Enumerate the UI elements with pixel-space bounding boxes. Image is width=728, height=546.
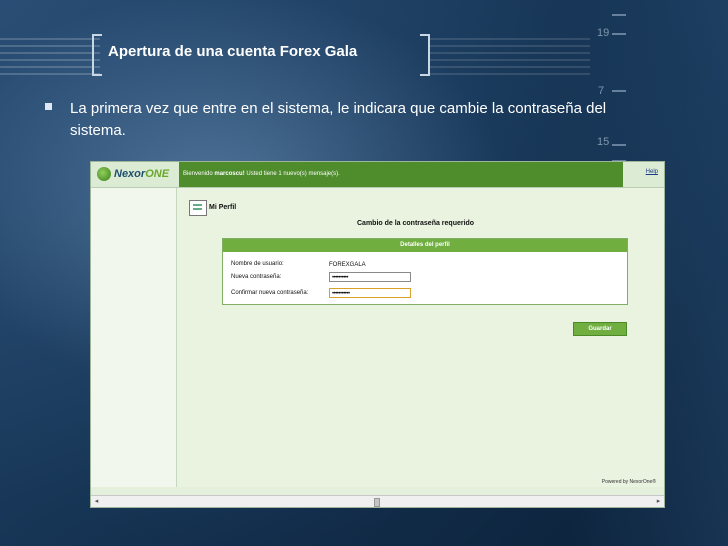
bullet-marker xyxy=(45,103,52,110)
logo-suffix: ONE xyxy=(145,168,170,180)
welcome-prefix: Bienvenido xyxy=(183,171,213,177)
decor-line xyxy=(612,33,626,35)
confirm-password-input[interactable]: ••••••••••• xyxy=(329,288,411,298)
logo-mark-icon xyxy=(97,167,111,181)
confirm-password-label: Confirmar nueva contraseña: xyxy=(231,290,309,296)
scroll-thumb[interactable] xyxy=(374,498,380,507)
decor-number: 19 xyxy=(597,27,610,39)
decor-line xyxy=(612,90,626,92)
password-change-title: Cambio de la contraseña requerido xyxy=(357,220,475,227)
main-content: Mi Perfil Cambio de la contraseña requer… xyxy=(177,188,664,487)
slide-title: Apertura de una cuenta Forex Gala xyxy=(108,43,358,60)
profile-icon xyxy=(189,200,207,216)
new-password-label: Nueva contraseña: xyxy=(231,274,282,280)
bullet-text: La primera vez que entre en el sistema, … xyxy=(70,100,607,139)
side-panel xyxy=(91,188,177,487)
profile-details-panel: Detalles del perfil Nombre de usuario: F… xyxy=(222,238,628,305)
decor-line xyxy=(612,14,626,16)
help-link[interactable]: Help xyxy=(646,169,658,175)
panel-header: Detalles del perfil xyxy=(223,239,627,252)
decor-stripes-left xyxy=(0,38,100,78)
profile-title: Mi Perfil xyxy=(209,204,237,211)
bracket-right xyxy=(420,34,430,76)
slide-title-box: Apertura de una cuenta Forex Gala xyxy=(92,34,430,76)
decor-line xyxy=(612,144,626,146)
welcome-bar: Bienvenido marcoscu! Usted tiene 1 nuevo… xyxy=(179,162,623,187)
scroll-right-icon[interactable]: ▸ xyxy=(654,497,663,506)
app-topbar: NexorONE Bienvenido marcoscu! Usted tien… xyxy=(91,162,664,188)
nexorone-logo: NexorONE xyxy=(97,166,177,184)
decor-number: 7 xyxy=(598,85,605,97)
decor-stripes-right xyxy=(430,38,590,78)
powered-by: Powered by NexorOne® xyxy=(601,479,656,485)
new-password-input[interactable]: •••••••••• xyxy=(329,272,411,282)
logo-prefix: Nexor xyxy=(114,168,146,180)
username-label: Nombre de usuario: xyxy=(231,261,284,267)
welcome-messages[interactable]: Usted tiene 1 nuevo(s) mensaje(s). xyxy=(246,171,339,177)
bracket-left xyxy=(92,34,102,76)
horizontal-scrollbar[interactable]: ◂ ▸ xyxy=(91,495,664,507)
welcome-user: marcoscu! xyxy=(214,171,245,177)
scroll-left-icon[interactable]: ◂ xyxy=(92,497,101,506)
save-button[interactable]: Guardar xyxy=(573,322,627,336)
app-screenshot: NexorONE Bienvenido marcoscu! Usted tien… xyxy=(90,161,665,508)
username-value: FOREXGALA xyxy=(329,262,366,268)
logo-text: NexorONE xyxy=(114,168,169,180)
